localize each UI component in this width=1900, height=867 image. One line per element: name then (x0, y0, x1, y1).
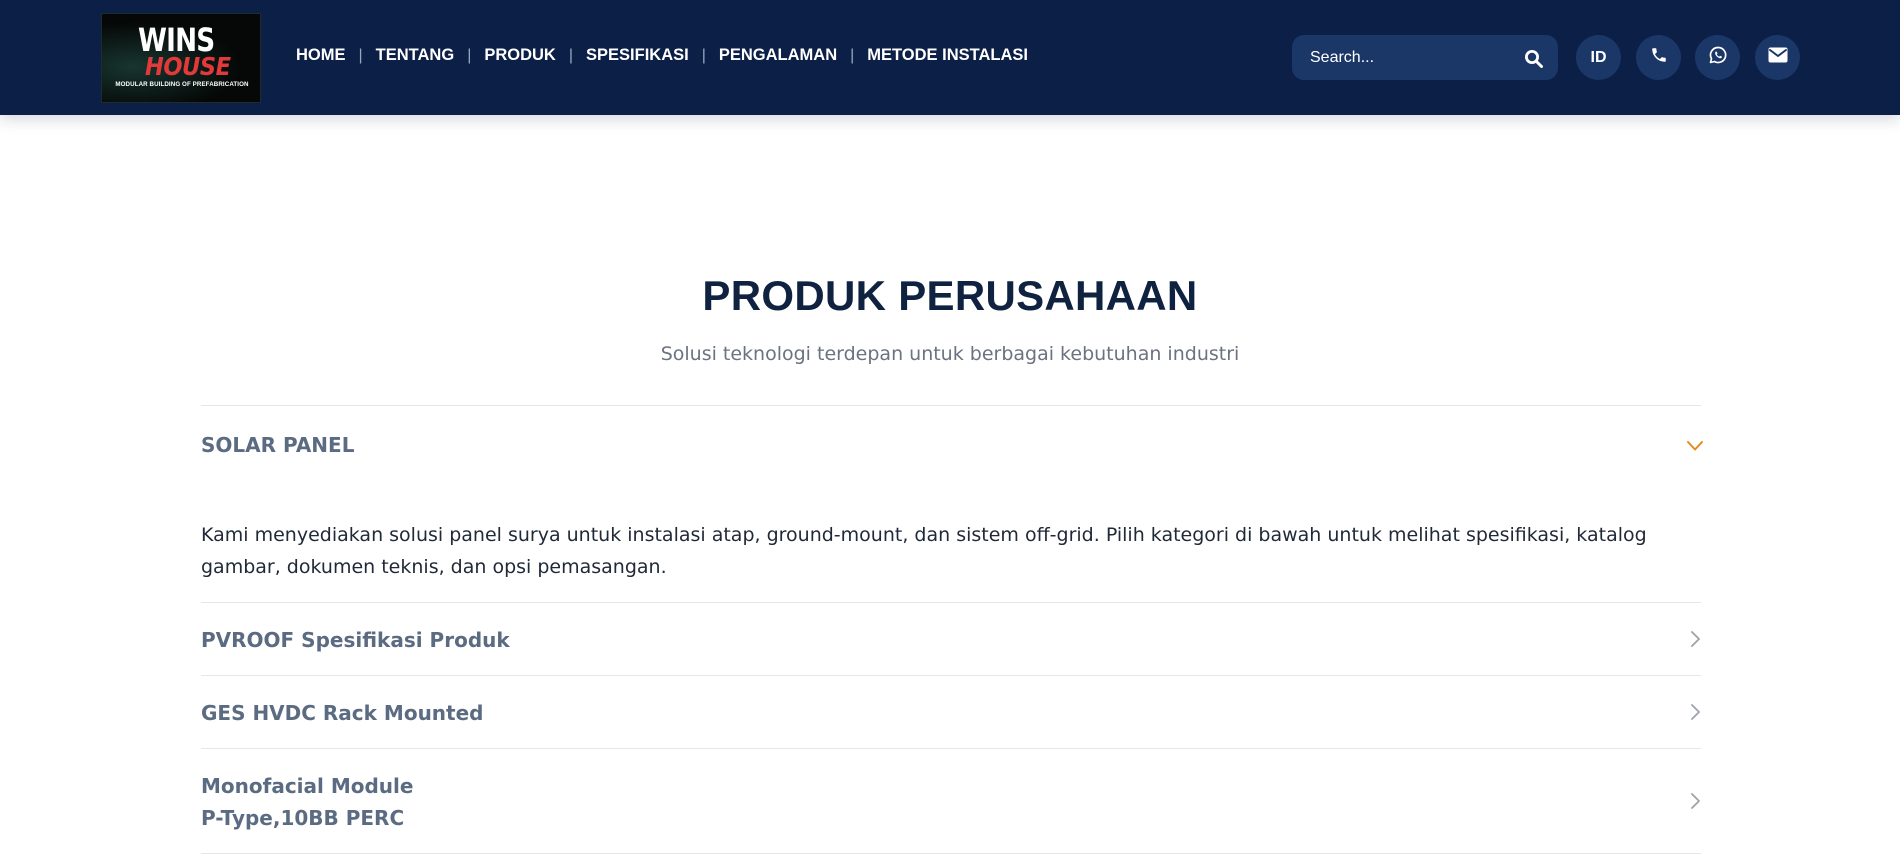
page-title: PRODUK PERUSAHAAN (702, 272, 1198, 319)
nav-tentang[interactable]: TENTANG (376, 46, 455, 65)
list-item-pvroof[interactable]: PVROOF Spesifikasi Produk (201, 603, 1701, 675)
chevron-down-icon (1686, 439, 1704, 451)
nav-produk[interactable]: PRODUK (484, 46, 556, 65)
chevron-right-icon (1690, 703, 1701, 721)
divider (201, 853, 1701, 854)
search-input[interactable] (1310, 35, 1510, 80)
nav-separator: | (850, 46, 855, 64)
logo-tagline: MODULAR BUILDING OF PREFABRICATION (115, 81, 249, 88)
list-item-label: GES HVDC Rack Mounted (201, 701, 484, 725)
nav-metode-instalasi[interactable]: METODE INSTALASI (867, 46, 1028, 65)
list-item-label: PVROOF Spesifikasi Produk (201, 628, 510, 652)
nav-separator: | (568, 46, 574, 64)
whatsapp-button[interactable] (1695, 35, 1740, 80)
main-nav: HOME | TENTANG | PRODUK | SPESIFIKASI | … (296, 46, 1028, 65)
accordion-header-solar-panel[interactable]: SOLAR PANEL (201, 406, 1704, 484)
nav-home[interactable]: HOME (296, 46, 346, 65)
nav-separator: | (358, 46, 363, 64)
search-box (1292, 35, 1558, 80)
chevron-right-icon (1690, 792, 1701, 810)
phone-icon (1650, 46, 1668, 69)
company-logo[interactable]: WINS HOUSE MODULAR BUILDING OF PREFABRIC… (101, 13, 261, 103)
logo-wordmark-bottom: HOUSE (145, 52, 231, 81)
list-item-monofacial-module[interactable]: Monofacial Module P-Type,10BB PERC (201, 749, 1701, 853)
whatsapp-icon (1708, 45, 1728, 70)
nav-separator: | (701, 46, 706, 64)
search-icon[interactable] (1523, 48, 1543, 68)
section-description: Kami menyediakan solusi panel surya untu… (201, 524, 1647, 578)
language-label: ID (1590, 48, 1607, 66)
site-header: WINS HOUSE MODULAR BUILDING OF PREFABRIC… (0, 0, 1900, 115)
accordion-label: SOLAR PANEL (201, 433, 355, 457)
language-button[interactable]: ID (1576, 35, 1621, 80)
list-item-ges-hvdc[interactable]: GES HVDC Rack Mounted (201, 676, 1701, 748)
mail-button[interactable] (1755, 35, 1800, 80)
nav-spesifikasi[interactable]: SPESIFIKASI (586, 46, 689, 65)
mail-icon (1768, 47, 1788, 68)
list-item-sublabel: P-Type,10BB PERC (201, 806, 405, 830)
phone-button[interactable] (1636, 35, 1681, 80)
chevron-right-icon (1690, 630, 1701, 648)
nav-pengalaman[interactable]: PENGALAMAN (719, 46, 837, 65)
list-item-label: Monofacial Module (201, 774, 414, 798)
nav-separator: | (467, 46, 472, 64)
page-subtitle: Solusi teknologi terdepan untuk berbagai… (660, 343, 1240, 365)
